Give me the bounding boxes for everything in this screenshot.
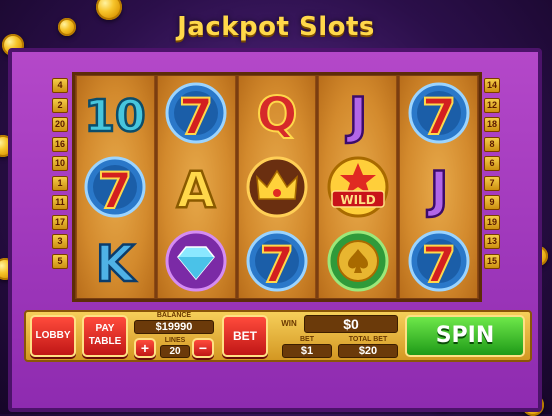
- win-label: WIN: [281, 319, 297, 328]
- payline-number: 3: [52, 234, 68, 249]
- svg-text:K: K: [96, 235, 137, 293]
- seven-symbol: 7: [80, 152, 150, 222]
- pay-table-label-line1: PAY: [95, 323, 115, 334]
- payline-number: 8: [484, 136, 500, 152]
- payline-number: 11: [52, 195, 68, 210]
- payline-number: 12: [484, 97, 500, 113]
- seven-symbol: 7: [161, 78, 231, 148]
- ten-symbol: 10: [80, 78, 150, 148]
- spade-coin-symbol: [323, 226, 393, 296]
- total-bet-label: TOTAL BET: [348, 336, 388, 343]
- payline-number: 4: [52, 78, 68, 93]
- ace-symbol: A: [161, 152, 231, 222]
- jack-symbol: J: [323, 78, 393, 148]
- svg-text:J: J: [426, 161, 448, 219]
- payline-number: 19: [484, 214, 500, 230]
- payline-number: 6: [484, 156, 500, 171]
- payline-numbers-right: 14 12 18 8 6 7 9 19 13 15: [484, 78, 500, 273]
- balance-value: $19990: [155, 321, 193, 333]
- payline-number: 5: [52, 253, 68, 269]
- wild-symbol: WILD: [323, 152, 393, 222]
- wild-text: WILD: [340, 193, 375, 207]
- game-screen: { "title": "Jackpot Slots", "paylines_le…: [0, 0, 552, 416]
- game-title: Jackpot Slots: [177, 12, 375, 42]
- payline-numbers-left: 4 2 20 16 10 1 11 17 3 5: [52, 78, 68, 273]
- spin-button[interactable]: SPIN: [405, 315, 525, 357]
- crown-symbol: [242, 152, 312, 222]
- svg-text:7: 7: [421, 88, 456, 145]
- lines-label: LINES: [164, 337, 186, 344]
- payline-number: 20: [52, 117, 68, 132]
- diamond-symbol: [161, 226, 231, 296]
- payline-number: 16: [52, 136, 68, 152]
- spin-label: SPIN: [435, 323, 495, 348]
- reel: 10 7 K: [76, 76, 155, 298]
- svg-text:10: 10: [85, 91, 146, 142]
- payline-number: 7: [484, 175, 500, 191]
- pay-table-button[interactable]: PAY TABLE: [82, 315, 128, 357]
- balance-label: BALANCE: [156, 312, 192, 319]
- seven-symbol: 7: [242, 226, 312, 296]
- bet-button-label: BET: [233, 329, 257, 343]
- payline-number: 18: [484, 117, 500, 132]
- win-value: $0: [343, 316, 359, 332]
- payline-number: 17: [52, 214, 68, 230]
- lines-minus-button[interactable]: −: [192, 338, 214, 358]
- balance-display: $19990: [134, 320, 214, 334]
- svg-text:Q: Q: [257, 87, 298, 143]
- svg-text:7: 7: [260, 236, 295, 293]
- total-bet-value: $20: [358, 345, 378, 357]
- payline-number: 15: [484, 253, 500, 269]
- lines-value: 20: [169, 346, 181, 357]
- svg-text:7: 7: [421, 236, 456, 293]
- bet-display: $1: [282, 344, 332, 358]
- queen-symbol: Q: [242, 78, 312, 148]
- svg-text:7: 7: [179, 88, 214, 145]
- win-display: $0: [304, 315, 398, 333]
- svg-text:A: A: [177, 161, 216, 219]
- minus-icon: −: [198, 340, 208, 356]
- bet-value: $1: [300, 345, 314, 357]
- reel: 7A: [156, 76, 236, 298]
- total-bet-display: $20: [338, 344, 398, 358]
- lobby-label: LOBBY: [35, 330, 71, 341]
- payline-number: 2: [52, 97, 68, 113]
- lines-display: 20: [160, 345, 190, 358]
- king-symbol: K: [80, 226, 150, 296]
- payline-number: 14: [484, 78, 500, 93]
- bet-label: BET: [300, 336, 314, 343]
- pay-table-label-line2: TABLE: [88, 336, 122, 347]
- lines-plus-button[interactable]: +: [134, 338, 156, 358]
- payline-number: 1: [52, 175, 68, 191]
- seven-symbol: 7: [404, 78, 474, 148]
- reel: Q7: [237, 76, 317, 298]
- reel-grid: 10 7 K 7 A Q 7 J WILD 7 J 7: [72, 72, 482, 302]
- payline-number: 13: [484, 234, 500, 249]
- payline-number: 9: [484, 195, 500, 210]
- bet-button[interactable]: BET: [222, 315, 268, 357]
- plus-icon: +: [140, 340, 150, 356]
- reel: J WILD: [318, 76, 398, 298]
- seven-symbol: 7: [404, 226, 474, 296]
- jack-symbol: J: [404, 152, 474, 222]
- svg-text:J: J: [345, 87, 367, 145]
- payline-number: 10: [52, 156, 68, 171]
- lobby-button[interactable]: LOBBY: [30, 315, 76, 357]
- reel: 7 J 7: [399, 76, 478, 298]
- svg-text:7: 7: [98, 162, 133, 219]
